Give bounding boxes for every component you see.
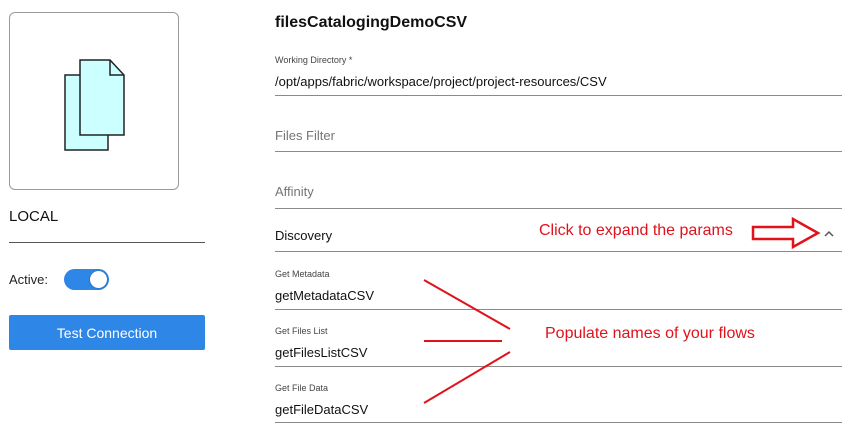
test-connection-button[interactable]: Test Connection xyxy=(9,315,205,350)
working-directory-underline xyxy=(275,95,842,96)
active-label: Active: xyxy=(9,272,49,287)
arrow-right-icon xyxy=(751,216,821,250)
get-file-data-underline xyxy=(275,422,842,423)
active-toggle[interactable] xyxy=(64,269,109,290)
connection-icon-card xyxy=(9,12,179,190)
files-filter-underline xyxy=(275,151,842,152)
discovery-underline xyxy=(275,251,842,252)
get-metadata-underline xyxy=(275,309,842,310)
toggle-knob xyxy=(90,271,107,288)
expand-annotation: Click to expand the params xyxy=(539,222,733,239)
discovery-section-header[interactable]: Discovery xyxy=(275,228,332,243)
connection-name: LOCAL xyxy=(9,208,59,225)
get-metadata-label: Get Metadata xyxy=(275,269,330,279)
get-files-list-label: Get Files List xyxy=(275,326,328,336)
working-directory-input[interactable] xyxy=(275,72,835,90)
arrows-lines xyxy=(423,279,511,404)
get-file-data-label: Get File Data xyxy=(275,383,329,393)
get-files-list-underline xyxy=(275,366,842,367)
affinity-input[interactable] xyxy=(275,182,835,200)
page-title: filesCatalogingDemoCSV xyxy=(275,14,468,31)
working-directory-label: Working Directory * xyxy=(275,55,353,65)
divider xyxy=(9,242,205,243)
populate-annotation: Populate names of your flows xyxy=(545,325,755,342)
files-filter-input[interactable] xyxy=(275,126,835,144)
documents-icon xyxy=(64,59,125,151)
chevron-up-icon[interactable] xyxy=(820,226,838,242)
affinity-underline xyxy=(275,208,842,209)
